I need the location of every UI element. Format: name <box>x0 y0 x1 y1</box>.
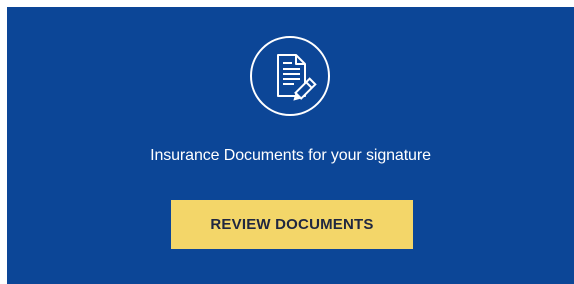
card-headline: Insurance Documents for your signature <box>150 147 431 164</box>
document-pen-icon <box>277 54 317 101</box>
signature-request-card: Insurance Documents for your signature R… <box>7 7 574 284</box>
review-documents-button[interactable]: REVIEW DOCUMENTS <box>171 200 413 249</box>
document-signing-icon <box>250 36 330 116</box>
